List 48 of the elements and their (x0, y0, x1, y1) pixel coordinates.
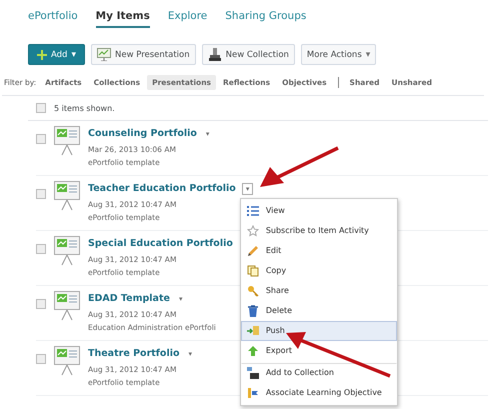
add-button[interactable]: Add ▾ (28, 44, 85, 65)
checkbox[interactable] (36, 244, 46, 254)
presentation-icon (54, 291, 80, 321)
menu-item[interactable]: Share (240, 280, 397, 300)
push-icon (246, 324, 259, 336)
key-icon (246, 284, 259, 296)
item-title[interactable]: Theatre Portfolio (88, 348, 180, 359)
menu-item[interactable]: Edit (240, 240, 397, 260)
menu-item[interactable]: Push (240, 320, 397, 340)
nav-tab[interactable]: Sharing Groups (225, 10, 306, 26)
nav-tab[interactable]: Explore (168, 10, 208, 26)
nav-tab[interactable]: My Items (96, 10, 150, 28)
toolbar-button[interactable]: New Presentation (91, 44, 196, 65)
plus-icon (37, 50, 47, 60)
item-title[interactable]: Teacher Education Portfolio (88, 183, 236, 194)
item-title[interactable]: EDAD Template (88, 293, 170, 304)
menu-item[interactable]: View (240, 200, 397, 220)
star-icon (246, 224, 259, 236)
menu-item[interactable]: Associate Learning Objective (240, 382, 397, 402)
checkbox[interactable] (36, 134, 46, 144)
presentation-icon (54, 181, 80, 211)
checkbox[interactable] (36, 103, 46, 113)
checkbox[interactable] (36, 354, 46, 364)
presentation-icon (97, 48, 111, 61)
menu-item[interactable]: Delete (240, 300, 397, 320)
item-title[interactable]: Counseling Portfolio (88, 128, 197, 139)
list-icon (246, 204, 259, 216)
more-actions-button[interactable]: More Actions ▾ (300, 44, 376, 65)
trash-icon (246, 304, 259, 316)
menu-item[interactable]: Export (240, 340, 397, 360)
checkbox[interactable] (36, 299, 46, 309)
menu-item[interactable]: Subscribe to Item Activity (240, 220, 397, 240)
copy-icon (246, 264, 259, 276)
item-title[interactable]: Special Education Portfolio (88, 238, 233, 249)
collection-icon (246, 366, 259, 378)
presentation-icon (54, 236, 80, 266)
menu-item[interactable]: Copy (240, 260, 397, 280)
objective-icon (246, 386, 259, 398)
pencil-icon (246, 244, 259, 256)
presentation-icon (54, 126, 80, 156)
presentation-icon (54, 346, 80, 376)
nav-tab[interactable]: ePortfolio (28, 10, 78, 26)
export-icon (246, 344, 259, 356)
menu-item[interactable]: Add to Collection (240, 362, 397, 382)
items-count: 5 items shown. (54, 104, 115, 112)
stamp-icon (208, 48, 222, 61)
toolbar-button[interactable]: New Collection (202, 44, 295, 65)
checkbox[interactable] (36, 189, 46, 199)
